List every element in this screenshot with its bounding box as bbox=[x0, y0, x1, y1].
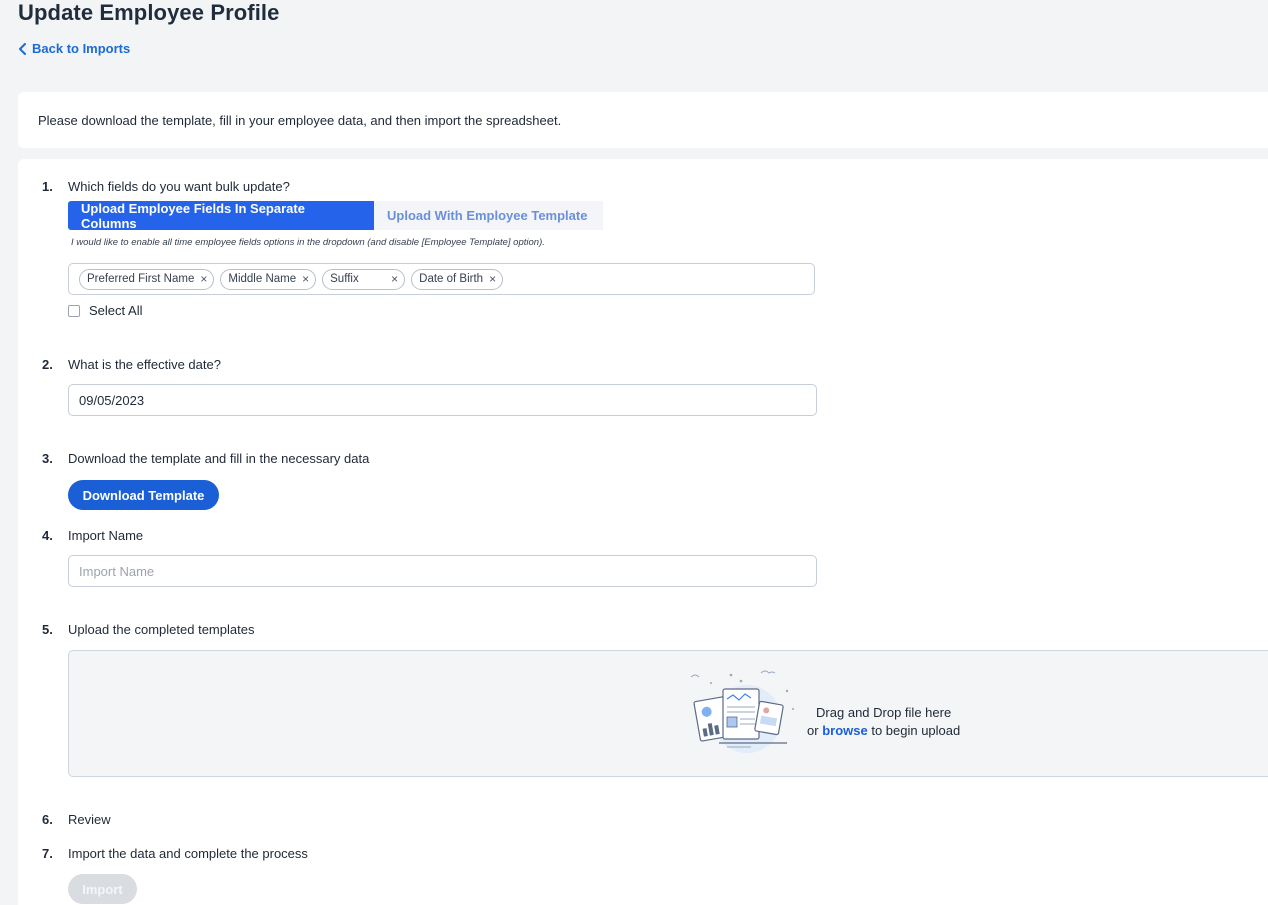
effective-date-input[interactable] bbox=[68, 384, 817, 416]
dropzone-or: or bbox=[807, 723, 819, 738]
close-icon[interactable]: × bbox=[200, 273, 207, 285]
field-tag: Date of Birth × bbox=[411, 268, 504, 290]
step-3-number: 3. bbox=[42, 451, 53, 466]
import-steps-card: 1. Which fields do you want bulk update?… bbox=[18, 159, 1268, 905]
intro-text: Please download the template, fill in yo… bbox=[38, 112, 562, 128]
step-5-label: Upload the completed templates bbox=[68, 622, 255, 637]
field-tag-label: Suffix bbox=[330, 273, 359, 285]
step-7-label: Import the data and complete the process bbox=[68, 846, 308, 861]
close-icon[interactable]: × bbox=[489, 273, 496, 285]
step-4-number: 4. bbox=[42, 528, 53, 543]
tab-separate-columns[interactable]: Upload Employee Fields In Separate Colum… bbox=[68, 201, 374, 231]
chevron-left-icon bbox=[19, 42, 26, 55]
field-tag-label: Middle Name bbox=[228, 273, 297, 285]
step-5-number: 5. bbox=[42, 622, 53, 637]
dropzone-rest: to begin upload bbox=[871, 723, 961, 738]
upload-mode-hint: I would like to enable all time employee… bbox=[71, 237, 545, 248]
file-dropzone[interactable]: Drag and Drop file here or browse to beg… bbox=[68, 650, 1268, 777]
step-7-number: 7. bbox=[42, 846, 53, 861]
field-tag: Preferred First Name × bbox=[79, 268, 215, 290]
dropzone-line-1: Drag and Drop file here bbox=[816, 705, 952, 720]
field-tag: Middle Name × bbox=[220, 268, 317, 290]
back-to-imports-link[interactable]: Back to Imports bbox=[18, 41, 130, 56]
download-template-button[interactable]: Download Template bbox=[68, 480, 219, 510]
field-tag-label: Preferred First Name bbox=[87, 273, 195, 285]
import-name-input[interactable] bbox=[68, 555, 817, 587]
field-tag: Suffix × bbox=[322, 268, 406, 290]
intro-card: Please download the template, fill in yo… bbox=[18, 92, 1268, 148]
fields-multiselect[interactable]: Preferred First Name × Middle Name × Suf… bbox=[68, 263, 815, 295]
import-button[interactable]: Import bbox=[68, 874, 137, 904]
field-tag-label: Date of Birth bbox=[419, 273, 484, 285]
tab-employee-template[interactable]: Upload With Employee Template bbox=[374, 201, 603, 230]
upload-mode-toggle: Upload Employee Fields In Separate Colum… bbox=[68, 201, 603, 231]
step-2-label: What is the effective date? bbox=[68, 357, 221, 372]
close-icon[interactable]: × bbox=[391, 273, 398, 285]
step-2-number: 2. bbox=[42, 357, 53, 372]
upload-illustration-icon bbox=[691, 670, 794, 753]
select-all-checkbox[interactable] bbox=[68, 304, 80, 317]
step-6-number: 6. bbox=[42, 812, 53, 827]
step-1-label: Which fields do you want bulk update? bbox=[68, 179, 290, 194]
dropzone-line-2: or browse to begin upload bbox=[807, 722, 960, 740]
back-link-label: Back to Imports bbox=[32, 41, 131, 56]
browse-link[interactable]: browse bbox=[822, 723, 868, 738]
page-title: Update Employee Profile bbox=[18, 0, 280, 25]
step-4-label: Import Name bbox=[68, 528, 144, 543]
dropzone-text: Drag and Drop file here or browse to beg… bbox=[807, 704, 960, 740]
step-3-label: Download the template and fill in the ne… bbox=[68, 451, 370, 466]
select-all-label: Select All bbox=[89, 303, 143, 318]
step-6-label: Review bbox=[68, 812, 111, 827]
select-all-option[interactable]: Select All bbox=[68, 303, 142, 318]
step-1-number: 1. bbox=[42, 179, 53, 194]
close-icon[interactable]: × bbox=[302, 273, 309, 285]
